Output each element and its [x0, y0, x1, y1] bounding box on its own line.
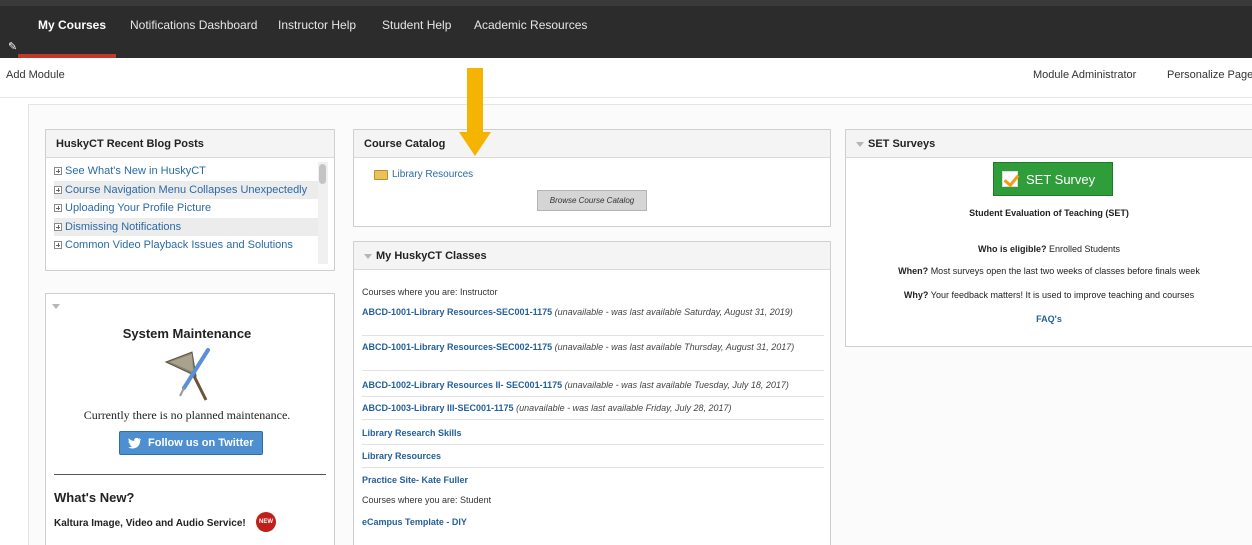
whats-new-heading: What's New? — [54, 490, 135, 505]
collapse-icon[interactable] — [364, 253, 372, 259]
set-why: Why? Your feedback matters! It is used t… — [903, 290, 1195, 300]
kaltura-announcement: Kaltura Image, Video and Audio Service! — [54, 518, 246, 529]
course-row[interactable]: ABCD-1002-Library Resources II- SEC001-1… — [362, 379, 824, 397]
module-page-content: HuskyCT Recent Blog Posts See What's New… — [28, 104, 1252, 545]
blog-scrollbar[interactable] — [318, 162, 328, 264]
course-row[interactable]: ABCD-1001-Library Resources-SEC001-1175 … — [362, 306, 824, 336]
blog-post-item[interactable]: Course Navigation Menu Collapses Unexpec… — [54, 180, 318, 199]
course-row[interactable]: Library Research Skills — [362, 427, 824, 445]
my-classes-title: My HuskyCT Classes — [354, 242, 830, 270]
blog-posts-title: HuskyCT Recent Blog Posts — [46, 130, 334, 158]
tab-student-help[interactable]: Student Help — [382, 18, 451, 32]
course-catalog-title: Course Catalog — [354, 130, 830, 158]
maintenance-message: Currently there is no planned maintenanc… — [83, 408, 291, 422]
course-availability-note: (unavailable - was last available Thursd… — [554, 342, 795, 352]
expand-icon[interactable] — [54, 222, 62, 231]
set-surveys-module: SET Surveys SET Survey Student Evaluatio… — [845, 129, 1252, 347]
collapse-icon[interactable] — [856, 141, 864, 147]
course-catalog-module: Course Catalog Library Resources Browse … — [353, 129, 831, 227]
course-link[interactable]: ABCD-1003-Library III-SEC001-1175 — [362, 403, 514, 413]
course-link[interactable]: Library Resources — [362, 451, 441, 461]
set-survey-button-label: SET Survey — [1026, 171, 1096, 187]
blog-posts-list: See What's New in HuskyCT Course Navigat… — [54, 162, 318, 255]
course-row[interactable]: ABCD-1003-Library III-SEC001-1175 (unava… — [362, 402, 824, 420]
tab-instructor-help[interactable]: Instructor Help — [278, 18, 356, 32]
folder-icon — [374, 170, 388, 180]
top-strip — [0, 0, 1252, 6]
new-badge-icon: NEW — [256, 512, 276, 532]
library-resources-link[interactable]: Library Resources — [392, 169, 473, 180]
annotation-arrow-shaft — [467, 68, 483, 134]
personalize-page-link[interactable]: Personalize Page — [1167, 69, 1252, 81]
section-divider — [54, 474, 326, 475]
top-navigation-bar: My Courses Notifications Dashboard Instr… — [0, 0, 1252, 58]
page-toolbar: Add Module Module Administrator Personal… — [0, 58, 1252, 98]
follow-twitter-button[interactable]: Follow us on Twitter — [119, 431, 263, 455]
course-row[interactable]: eCampus Template - DIY — [362, 516, 824, 529]
tab-academic-resources[interactable]: Academic Resources — [474, 18, 587, 32]
set-eligibility: Who is eligible? Enrolled Students — [977, 244, 1121, 254]
expand-icon[interactable] — [54, 167, 62, 176]
checkmark-icon — [1002, 171, 1018, 187]
course-row[interactable]: ABCD-1001-Library Resources-SEC002-1175 … — [362, 341, 824, 371]
blog-post-item[interactable]: Uploading Your Profile Picture — [54, 199, 318, 218]
course-availability-note: (unavailable - was last available Friday… — [516, 403, 732, 413]
twitter-bird-icon — [128, 437, 142, 449]
my-classes-module: My HuskyCT Classes Courses where you are… — [353, 241, 831, 545]
set-subtitle: Student Evaluation of Teaching (SET) — [969, 208, 1129, 218]
blog-scrollbar-thumb[interactable] — [319, 164, 326, 184]
set-when: When? Most surveys open the last two wee… — [898, 266, 1200, 276]
expand-icon[interactable] — [54, 204, 62, 213]
tab-my-courses[interactable]: My Courses — [38, 18, 106, 32]
add-module-button[interactable]: Add Module — [6, 69, 65, 81]
system-maintenance-module: System Maintenance Currently there is no… — [45, 293, 335, 545]
blog-post-item[interactable]: Dismissing Notifications — [54, 217, 318, 236]
course-row[interactable]: Practice Site- Kate Fuller — [362, 474, 824, 490]
course-link[interactable]: eCampus Template - DIY — [362, 517, 467, 527]
set-survey-button[interactable]: SET Survey — [993, 162, 1113, 196]
expand-icon[interactable] — [54, 185, 62, 194]
course-link[interactable]: Practice Site- Kate Fuller — [362, 475, 468, 485]
maintenance-tools-icon — [164, 348, 210, 401]
edit-mode-icon[interactable]: ✎ — [8, 40, 20, 54]
course-link[interactable]: ABCD-1001-Library Resources-SEC002-1175 — [362, 342, 552, 352]
set-surveys-title: SET Surveys — [846, 130, 1252, 158]
annotation-arrow-head — [459, 132, 491, 156]
course-link[interactable]: ABCD-1002-Library Resources II- SEC001-1… — [362, 380, 562, 390]
student-courses-label: Courses where you are: Student — [362, 495, 492, 505]
blog-post-item[interactable]: Common Video Playback Issues and Solutio… — [54, 236, 318, 255]
course-availability-note: (unavailable - was last available Tuesda… — [564, 380, 789, 390]
browse-course-catalog-button[interactable]: Browse Course Catalog — [537, 190, 647, 211]
module-administrator-link[interactable]: Module Administrator — [1033, 69, 1136, 81]
maintenance-collapse-bar[interactable] — [46, 294, 334, 310]
course-row[interactable]: Library Resources — [362, 450, 824, 468]
collapse-icon[interactable] — [52, 304, 60, 310]
maintenance-title: System Maintenance — [122, 326, 252, 341]
instructor-courses-label: Courses where you are: Instructor — [362, 287, 498, 297]
course-availability-note: (unavailable - was last available Saturd… — [554, 307, 793, 317]
course-link[interactable]: ABCD-1001-Library Resources-SEC001-1175 — [362, 307, 552, 317]
expand-icon[interactable] — [54, 241, 62, 250]
blog-post-item[interactable]: See What's New in HuskyCT — [54, 162, 318, 181]
twitter-button-label: Follow us on Twitter — [148, 437, 254, 449]
set-faq-link[interactable]: FAQ's — [846, 314, 1252, 324]
course-link[interactable]: Library Research Skills — [362, 428, 462, 438]
tab-notifications-dashboard[interactable]: Notifications Dashboard — [130, 18, 257, 32]
blog-posts-module: HuskyCT Recent Blog Posts See What's New… — [45, 129, 335, 271]
